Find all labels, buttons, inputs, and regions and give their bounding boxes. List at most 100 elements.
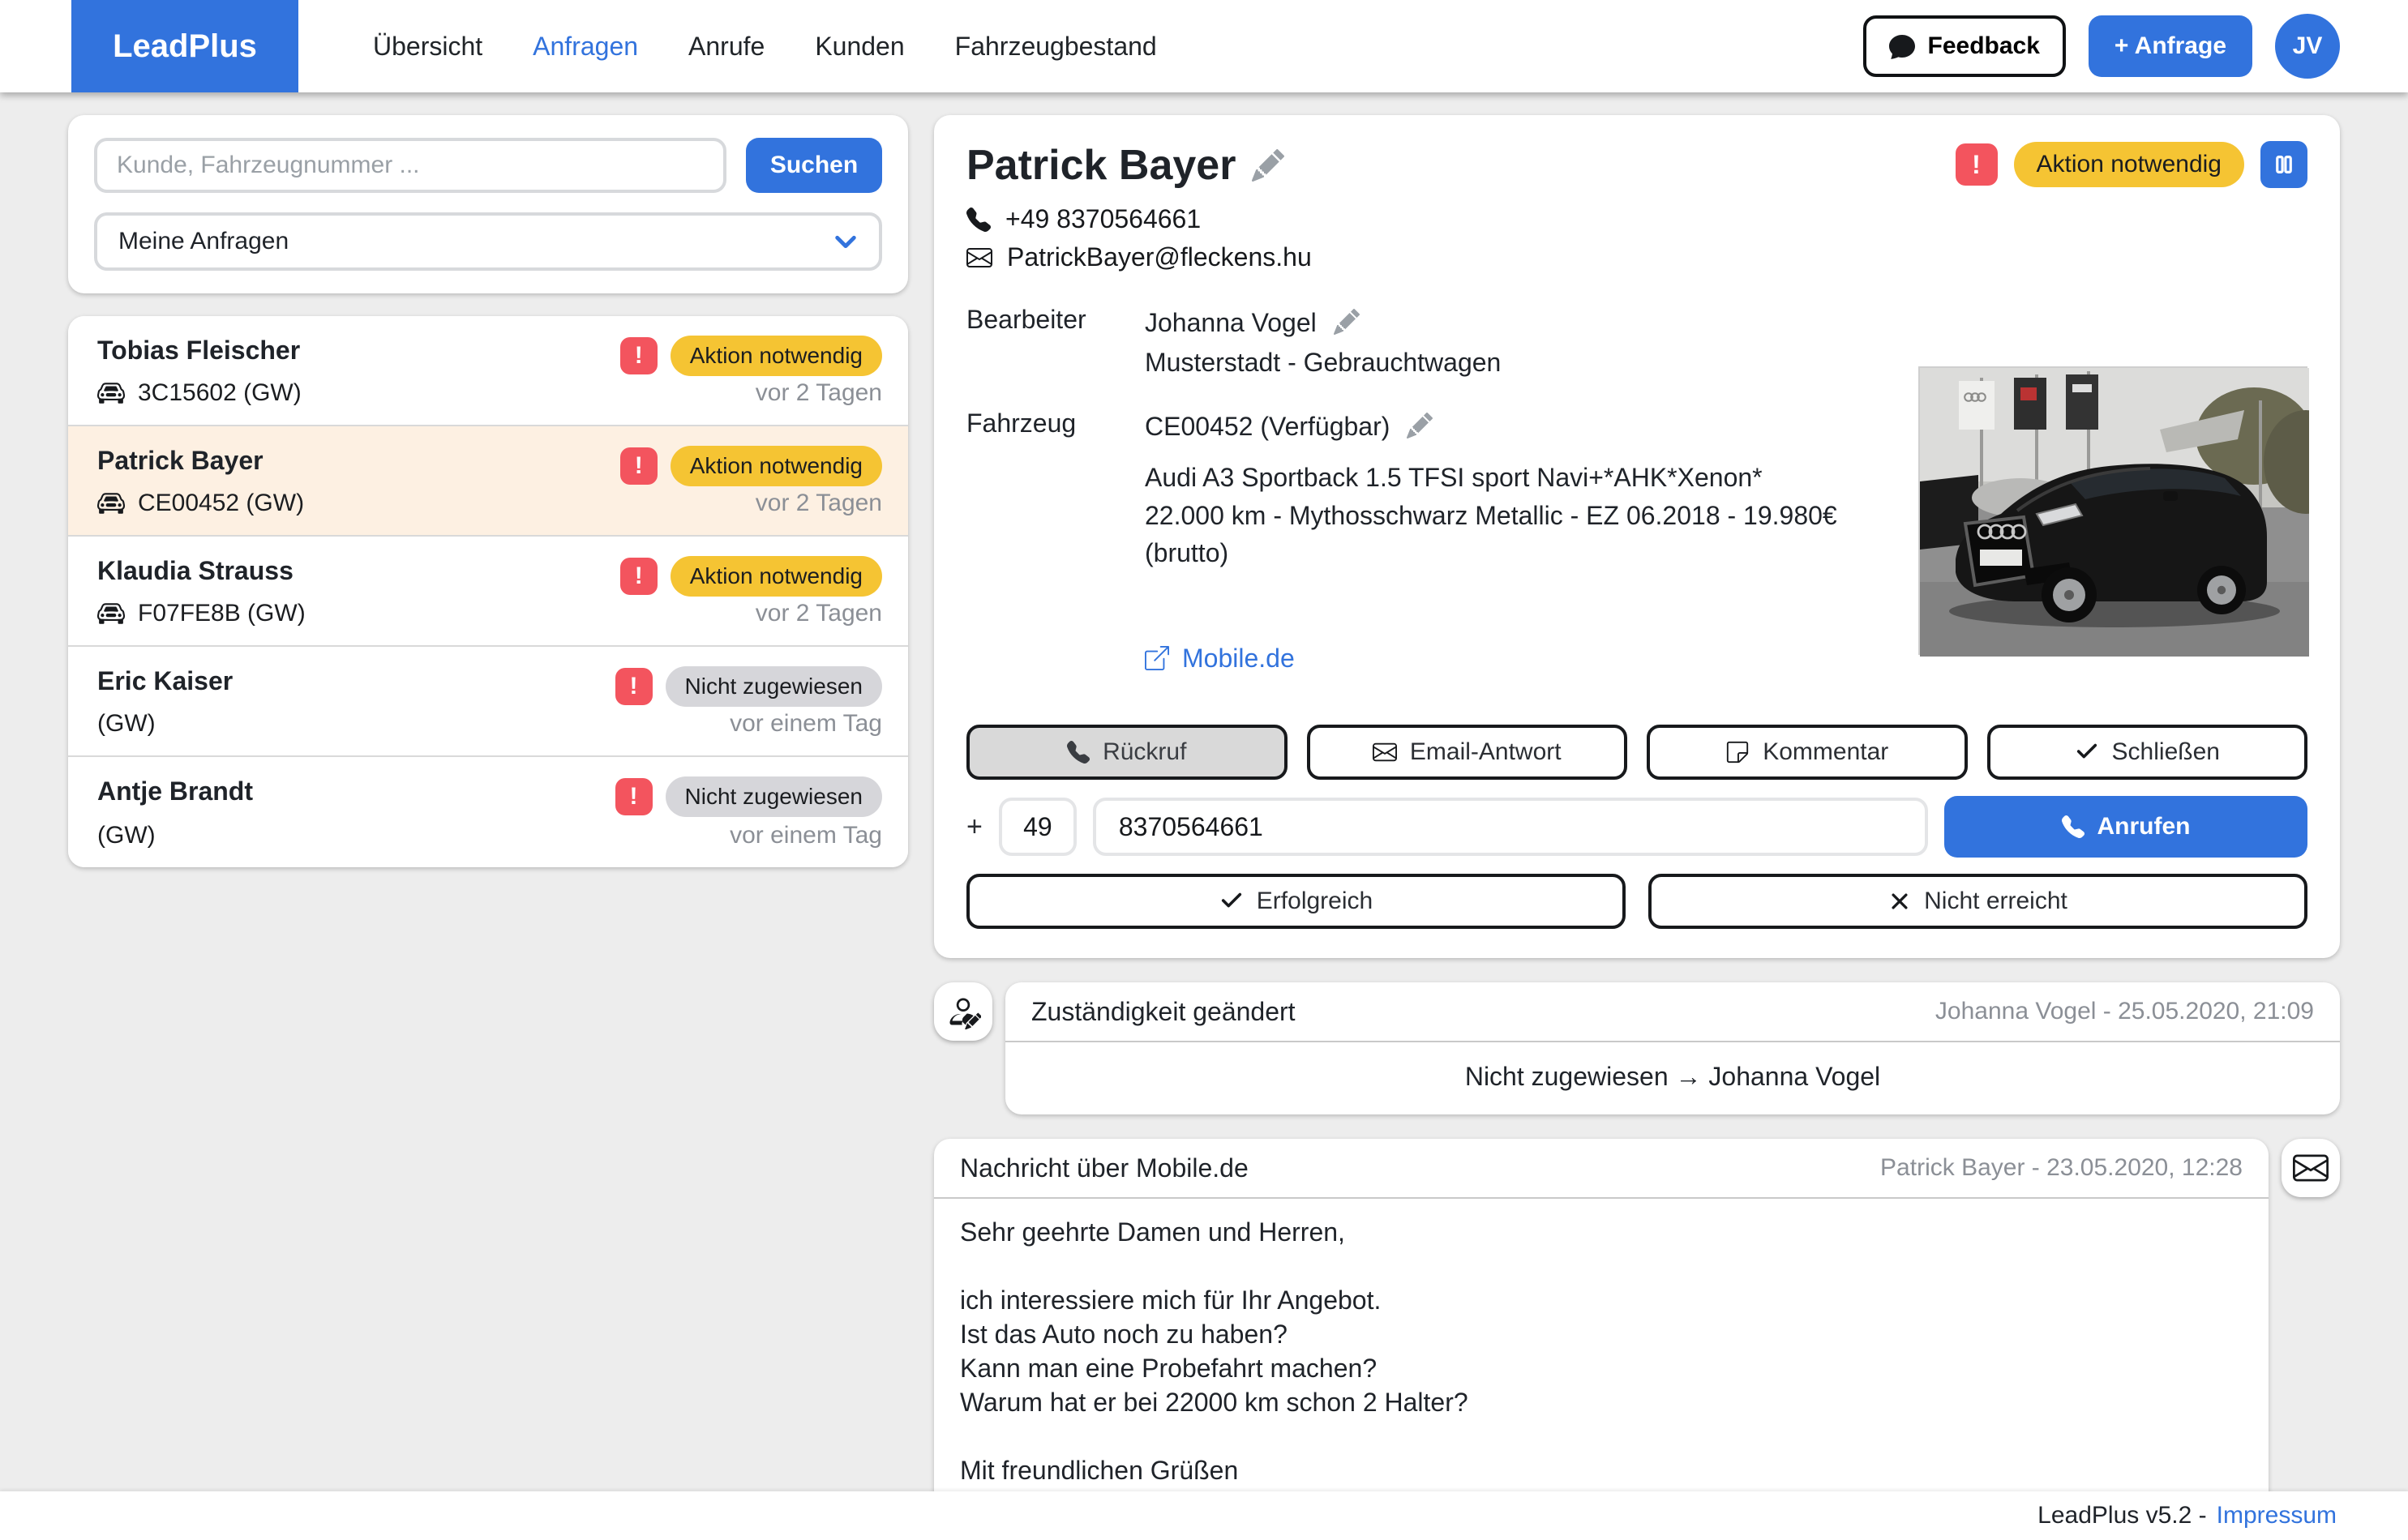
message-card: Nachricht über Mobile.de Patrick Bayer -… bbox=[934, 1139, 2269, 1540]
fahrzeug-title: Audi A3 Sportback 1.5 TFSI sport Navi+*A… bbox=[1145, 463, 1763, 493]
envelope-icon-tile bbox=[2282, 1139, 2340, 1198]
phone-number-input[interactable] bbox=[1092, 798, 1928, 857]
status-badge: Nicht zugewiesen bbox=[665, 666, 882, 707]
email-value: PatrickBayer@fleckens.hu bbox=[1007, 242, 1312, 272]
status-badge: Aktion notwendig bbox=[670, 556, 882, 597]
feedback-label: Feedback bbox=[1927, 32, 2040, 59]
feedback-button[interactable]: Feedback bbox=[1862, 15, 2066, 77]
nav-link-fahrzeugbestand[interactable]: Fahrzeugbestand bbox=[955, 32, 1157, 62]
status-badge: Nicht zugewiesen bbox=[665, 776, 882, 817]
chevron-down-icon bbox=[833, 229, 858, 254]
lead-vehicle: (GW) bbox=[97, 822, 156, 849]
mobilede-link-label: Mobile.de bbox=[1182, 643, 1295, 673]
vehicle-photo bbox=[1918, 366, 2348, 657]
alert-icon: ! bbox=[619, 558, 658, 595]
user-edit-icon-tile bbox=[934, 982, 992, 1042]
car-icon bbox=[97, 490, 125, 517]
anrufen-button[interactable]: Anrufen bbox=[1944, 796, 2307, 858]
event-card: Zuständigkeit geändert Johanna Vogel - 2… bbox=[1005, 982, 2340, 1115]
envelope-icon bbox=[1372, 740, 1397, 764]
fahrzeug-label: Fahrzeug bbox=[966, 408, 1077, 438]
pause-button[interactable] bbox=[2260, 141, 2307, 188]
event-title: Zuständigkeit geändert bbox=[1031, 996, 1296, 1026]
page-title: Patrick Bayer bbox=[966, 141, 1285, 190]
edit-bearbeiter-pencil-icon[interactable] bbox=[1333, 309, 1360, 335]
message-line bbox=[960, 1419, 2243, 1453]
timeline-entry: Nachricht über Mobile.de Patrick Bayer -… bbox=[934, 1139, 2340, 1540]
schliessen-button[interactable]: Schließen bbox=[1986, 725, 2307, 781]
lead-name: Tobias Fleischer bbox=[97, 336, 301, 365]
phone-line: +49 8370564661 bbox=[966, 204, 2307, 234]
envelope-icon bbox=[2293, 1150, 2329, 1186]
mobilede-link[interactable]: Mobile.de bbox=[1145, 640, 1892, 677]
rueckruf-button[interactable]: Rückruf bbox=[966, 725, 1288, 781]
lead-detail-card: Patrick Bayer ! Aktion notwendig +49 837… bbox=[934, 115, 2348, 959]
filter-select[interactable]: Meine Anfragen bbox=[94, 212, 882, 271]
status-badge: Aktion notwendig bbox=[670, 446, 882, 486]
footer: LeadPlus v5.2 - Impressum bbox=[0, 1491, 2408, 1540]
message-line: Ist das Auto noch zu haben? bbox=[960, 1320, 1288, 1350]
search-button[interactable]: Suchen bbox=[746, 138, 882, 193]
list-item[interactable]: Eric Kaiser (GW) ! Nicht zugewiesen vor … bbox=[68, 647, 908, 757]
email-line: PatrickBayer@fleckens.hu bbox=[966, 242, 2307, 272]
email-antwort-button[interactable]: Email-Antwort bbox=[1306, 725, 1627, 781]
status-badge: Aktion notwendig bbox=[670, 336, 882, 376]
nav-link-anfragen[interactable]: Anfragen bbox=[533, 32, 638, 62]
nav-link-kunden[interactable]: Kunden bbox=[815, 32, 904, 62]
country-code-input[interactable] bbox=[998, 798, 1077, 857]
edit-name-pencil-icon[interactable] bbox=[1252, 149, 1285, 182]
alert-icon: ! bbox=[619, 337, 658, 374]
lead-time: vor einem Tag bbox=[730, 822, 882, 849]
car-icon bbox=[97, 379, 125, 407]
impressum-link[interactable]: Impressum bbox=[2217, 1502, 2337, 1529]
check-icon bbox=[1219, 889, 1244, 913]
new-request-button[interactable]: + Anfrage bbox=[2088, 15, 2252, 77]
pause-icon bbox=[2272, 152, 2296, 177]
nav-link-anrufe[interactable]: Anrufe bbox=[688, 32, 765, 62]
filter-value: Meine Anfragen bbox=[118, 228, 289, 255]
lead-time: vor 2 Tagen bbox=[755, 600, 882, 627]
erfolgreich-button[interactable]: Erfolgreich bbox=[966, 874, 1626, 930]
message-line: ich interessiere mich für Ihr Angebot. bbox=[960, 1285, 1382, 1315]
lead-time: vor 2 Tagen bbox=[755, 379, 882, 406]
brand-logo[interactable]: LeadPlus bbox=[71, 0, 298, 92]
list-item[interactable]: Klaudia Strauss F07FE8B (GW) ! Aktion no… bbox=[68, 537, 908, 647]
nav-right: Feedback + Anfrage JV bbox=[1862, 0, 2408, 92]
phone-value: +49 8370564661 bbox=[1005, 204, 1202, 233]
nicht-erreicht-button[interactable]: Nicht erreicht bbox=[1648, 874, 2307, 930]
message-line: Mit freundlichen Grüßen bbox=[960, 1456, 1239, 1486]
fahrzeug-row: Fahrzeug CE00452 (Verfügbar) Audi A3 Spo… bbox=[966, 409, 1892, 677]
list-item[interactable]: Antje Brandt (GW) ! Nicht zugewiesen vor… bbox=[68, 757, 908, 867]
lead-name: Patrick Bayer bbox=[97, 446, 264, 475]
event-body: Nicht zugewiesen → Johanna Vogel bbox=[1464, 1062, 1881, 1092]
nav-links: Übersicht Anfragen Anrufe Kunden Fahrzeu… bbox=[373, 0, 1157, 92]
search-input[interactable] bbox=[94, 138, 726, 193]
message-line bbox=[960, 1249, 2243, 1283]
search-card: Suchen Meine Anfragen bbox=[68, 115, 908, 293]
lead-time: vor einem Tag bbox=[730, 710, 882, 737]
nav-link-uebersicht[interactable]: Übersicht bbox=[373, 32, 482, 62]
phone-icon bbox=[1067, 741, 1090, 764]
external-link-icon bbox=[1145, 645, 1169, 670]
list-item[interactable]: Tobias Fleischer 3C15602 (GW) ! Aktion n… bbox=[68, 316, 908, 426]
list-item-selected[interactable]: Patrick Bayer CE00452 (GW) ! Aktion notw… bbox=[68, 426, 908, 537]
x-icon bbox=[1888, 890, 1911, 913]
phone-icon bbox=[966, 207, 991, 232]
timeline-entry: Zuständigkeit geändert Johanna Vogel - 2… bbox=[934, 982, 2340, 1115]
content: Suchen Meine Anfragen Tobias Fleischer bbox=[0, 92, 2408, 1540]
app-window: LeadPlus Übersicht Anfragen Anrufe Kunde… bbox=[0, 0, 2408, 1540]
chat-bubble-icon bbox=[1888, 33, 1915, 59]
bearbeiter-value: Johanna Vogel bbox=[1145, 308, 1317, 337]
alert-icon: ! bbox=[619, 447, 658, 485]
edit-fahrzeug-pencil-icon[interactable] bbox=[1407, 412, 1433, 438]
event-meta: Johanna Vogel - 25.05.2020, 21:09 bbox=[1935, 998, 2314, 1025]
lead-actions: Rückruf Email-Antwort Kommentar Schließe… bbox=[966, 725, 2307, 930]
lead-name: Antje Brandt bbox=[97, 776, 253, 806]
lead-vehicle: F07FE8B (GW) bbox=[138, 600, 306, 627]
note-icon bbox=[1725, 740, 1750, 764]
kommentar-button[interactable]: Kommentar bbox=[1647, 725, 1968, 781]
lead-name: Eric Kaiser bbox=[97, 666, 234, 695]
message-line: Sehr geehrte Damen und Herren, bbox=[960, 1217, 1345, 1247]
user-avatar[interactable]: JV bbox=[2275, 14, 2340, 79]
lead-name: Klaudia Strauss bbox=[97, 556, 294, 585]
